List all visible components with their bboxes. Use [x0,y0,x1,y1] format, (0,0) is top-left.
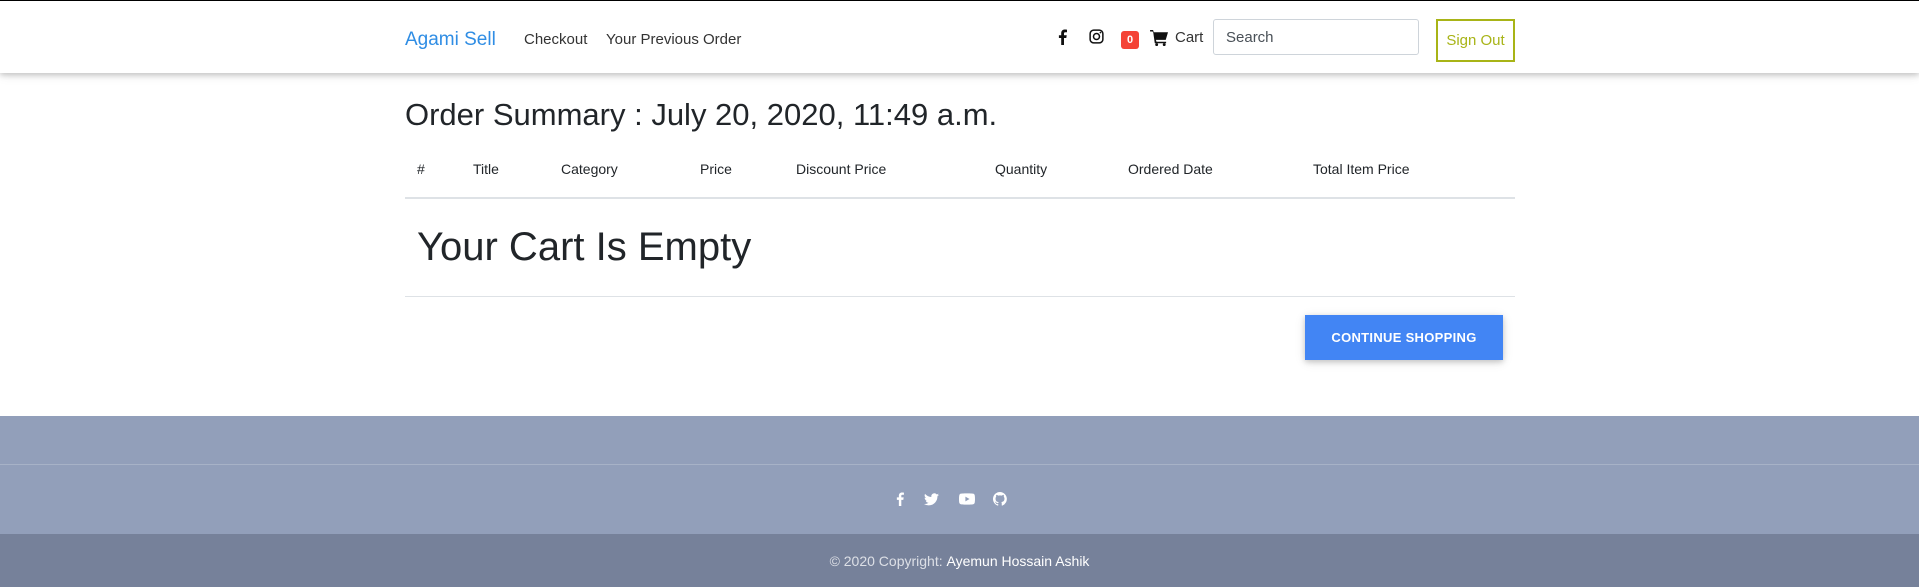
continue-shopping-button[interactable]: CONTINUE SHOPPING [1305,315,1503,360]
copyright-text: © 2020 Copyright: [829,552,947,569]
table-divider [405,296,1515,297]
footer-divider [0,464,1919,465]
nav-link-checkout[interactable]: Checkout [524,31,587,48]
facebook-icon[interactable] [1055,27,1069,47]
sign-out-button[interactable]: Sign Out [1436,19,1515,62]
copyright-bar: © 2020 Copyright: Ayemun Hossain Ashik [0,534,1919,587]
facebook-icon[interactable] [895,491,905,507]
brand-link[interactable]: Agami Sell [405,29,496,51]
navbar: Agami Sell Checkout Your Previous Order … [0,1,1919,73]
twitter-icon[interactable] [923,491,939,507]
search-input[interactable] [1213,19,1419,55]
column-header-number: # [417,161,425,177]
author-link[interactable]: Ayemun Hossain Ashik [947,553,1090,569]
column-header-quantity: Quantity [995,161,1048,177]
column-header-title: Title [473,161,499,177]
youtube-icon[interactable] [958,491,975,507]
column-header-category: Category [561,161,618,177]
nav-link-previous-order[interactable]: Your Previous Order [606,31,741,48]
page-title: Order Summary : July 20, 2020, 11:49 a.m… [405,97,998,132]
column-header-price: Price [700,161,732,177]
cart-count-badge: 0 [1121,31,1139,49]
cart-link[interactable]: Cart [1175,29,1203,46]
column-header-total-item-price: Total Item Price [1313,161,1410,177]
github-icon[interactable] [992,491,1008,507]
footer [0,416,1919,534]
table-header-divider [405,197,1515,199]
empty-cart-message: Your Cart Is Empty [417,225,752,269]
cart-icon[interactable] [1149,28,1169,46]
instagram-icon[interactable] [1088,28,1105,45]
column-header-ordered-date: Ordered Date [1128,161,1213,177]
column-header-discount-price: Discount Price [796,161,887,177]
